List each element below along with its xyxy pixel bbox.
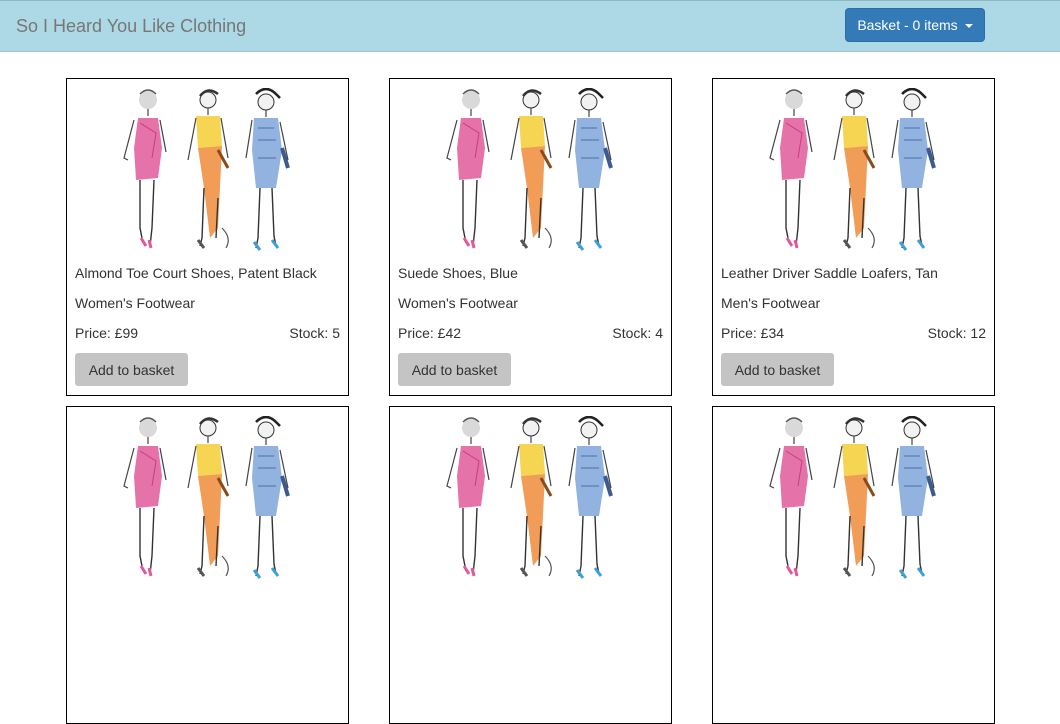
product-image	[764, 416, 944, 586]
caret-down-icon	[964, 24, 973, 28]
product-image	[441, 88, 621, 258]
product-card	[389, 406, 672, 724]
product-image	[441, 416, 621, 586]
product-name: Leather Driver Saddle Loafers, Tan	[721, 265, 938, 281]
product-image	[118, 416, 298, 586]
product-category: Women's Footwear	[398, 295, 518, 311]
product-price: Price: £42	[398, 325, 462, 341]
product-card: Leather Driver Saddle Loafers, Tan Men's…	[712, 78, 995, 396]
product-stock: Stock: 4	[612, 325, 663, 341]
product-image	[118, 88, 298, 258]
product-image	[764, 88, 944, 258]
product-stock: Stock: 5	[289, 325, 340, 341]
product-card	[712, 406, 995, 724]
navbar: So I Heard You Like Clothing Basket - 0 …	[0, 0, 1060, 52]
product-card	[66, 406, 349, 724]
product-price: Price: £99	[75, 325, 139, 341]
product-card: Suede Shoes, Blue Women's Footwear Price…	[389, 78, 672, 396]
brand-title[interactable]: So I Heard You Like Clothing	[16, 16, 246, 37]
product-card: Almond Toe Court Shoes, Patent Black Wom…	[66, 78, 349, 396]
add-to-basket-button[interactable]: Add to basket	[721, 353, 834, 386]
product-name: Suede Shoes, Blue	[398, 265, 518, 281]
product-category: Men's Footwear	[721, 295, 821, 311]
add-to-basket-button[interactable]: Add to basket	[398, 353, 511, 386]
product-category: Women's Footwear	[75, 295, 195, 311]
basket-dropdown-button[interactable]: Basket - 0 items	[845, 8, 985, 42]
product-name: Almond Toe Court Shoes, Patent Black	[75, 265, 317, 281]
basket-label: Basket - 0 items	[857, 17, 958, 33]
product-stock: Stock: 12	[927, 325, 986, 341]
product-price: Price: £34	[721, 325, 785, 341]
add-to-basket-button[interactable]: Add to basket	[75, 353, 188, 386]
